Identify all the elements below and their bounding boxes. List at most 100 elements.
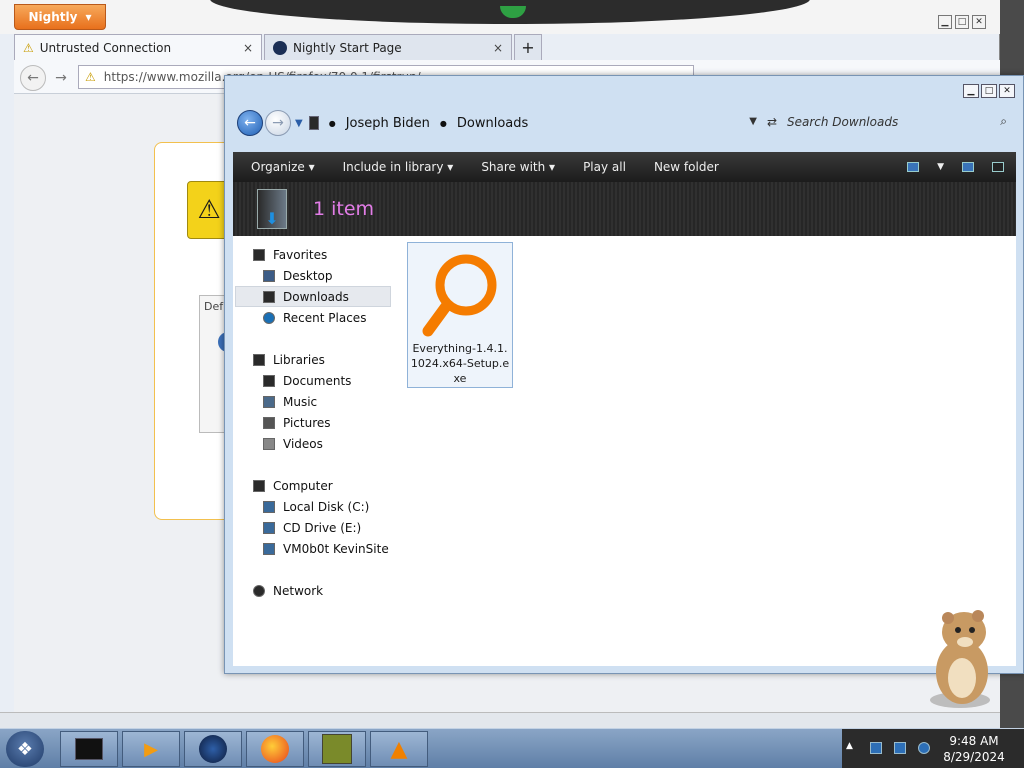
taskbar-nightly[interactable] xyxy=(184,731,242,767)
new-tab-button[interactable]: + xyxy=(514,34,542,60)
minimize-icon[interactable]: ▁ xyxy=(963,84,979,98)
search-icon[interactable]: ⌕ xyxy=(1000,114,1007,129)
system-tray: ▲ 9:48 AM 8/29/2024 xyxy=(842,729,1024,768)
warning-icon: ⚠ xyxy=(23,40,34,55)
nav-libraries[interactable]: Libraries xyxy=(253,349,325,370)
action-center-icon[interactable] xyxy=(870,742,882,754)
hamster-gadget-icon[interactable] xyxy=(922,604,1002,710)
videos-icon xyxy=(263,437,275,450)
file-name: Everything-1.4.1.1024.x64-Setup.exe xyxy=(410,342,510,385)
nav-network-drive[interactable]: VM0b0t KevinSite xyxy=(263,538,389,559)
network-tray-icon[interactable] xyxy=(894,742,906,754)
play-all-button[interactable]: Play all xyxy=(583,160,626,174)
nav-downloads[interactable]: Downloads xyxy=(235,286,391,307)
nav-pictures[interactable]: Pictures xyxy=(263,412,331,433)
command-bar: Organize ▾ Include in library ▾ Share wi… xyxy=(233,152,1016,182)
change-view-icon[interactable] xyxy=(907,162,920,172)
refresh-icon[interactable]: ⇄ xyxy=(767,115,777,129)
nav-favorites[interactable]: Favorites xyxy=(253,244,327,265)
tab-title: Nightly Start Page xyxy=(293,40,402,55)
file-tile[interactable]: Everything-1.4.1.1024.x64-Setup.exe xyxy=(407,242,513,388)
firefox-icon xyxy=(261,735,289,763)
nightly-globe-icon xyxy=(199,735,227,763)
nav-documents[interactable]: Documents xyxy=(263,370,351,391)
local-disk-icon xyxy=(263,500,275,513)
close-icon[interactable]: ✕ xyxy=(999,84,1015,98)
navigation-pane: Favorites Desktop Downloads Recent Place… xyxy=(233,236,393,666)
nav-computer[interactable]: Computer xyxy=(253,475,333,496)
breadcrumb-user[interactable]: Joseph Biden xyxy=(346,116,430,131)
titlebar-decoration xyxy=(210,0,810,24)
nav-music[interactable]: Music xyxy=(263,391,317,412)
nav-cd-drive[interactable]: CD Drive (E:) xyxy=(263,517,361,538)
forward-button[interactable]: → xyxy=(265,110,291,136)
taskbar-vlc[interactable]: ▲ xyxy=(370,731,428,767)
explorer-window: ▁ □ ✕ ← → ▼ ● Joseph Biden ● Downloads ▼… xyxy=(224,75,1024,674)
item-count: 1 item xyxy=(313,198,375,220)
network-icon xyxy=(253,584,265,597)
share-with-menu[interactable]: Share with ▾ xyxy=(481,160,555,174)
taskbar-hamster-box[interactable] xyxy=(308,731,366,767)
firefox-status-bar xyxy=(0,712,1000,728)
tab-untrusted-connection[interactable]: ⚠ Untrusted Connection × xyxy=(14,34,262,60)
maximize-icon[interactable]: □ xyxy=(955,15,969,29)
new-folder-button[interactable]: New folder xyxy=(654,160,719,174)
start-button[interactable]: ❖ xyxy=(6,731,44,767)
nav-recent-places[interactable]: Recent Places xyxy=(263,307,366,328)
file-list: Everything-1.4.1.1024.x64-Setup.exe xyxy=(393,236,1016,666)
back-button[interactable]: ← xyxy=(237,110,263,136)
nav-desktop[interactable]: Desktop xyxy=(263,265,333,286)
documents-icon xyxy=(263,374,275,387)
firefox-window-controls: ▁ □ ✕ xyxy=(938,15,986,29)
library-icon xyxy=(253,353,265,366)
windows-logo-icon: ❖ xyxy=(16,738,34,760)
forward-icon[interactable]: → xyxy=(48,65,74,91)
address-dropdown-icon[interactable]: ▼ xyxy=(749,116,757,127)
taskbar-media-player[interactable]: ▶ xyxy=(122,731,180,767)
clock-time: 9:48 AM xyxy=(949,734,999,748)
show-hidden-icons-icon[interactable]: ▲ xyxy=(846,741,853,751)
nav-videos[interactable]: Videos xyxy=(263,433,323,454)
taskbar: ❖ ▶ ▲ ▲ 9:48 AM 8/29/2024 xyxy=(0,728,1024,768)
maximize-icon[interactable]: □ xyxy=(981,84,997,98)
tab-nightly-start-page[interactable]: Nightly Start Page × xyxy=(264,34,512,60)
clock[interactable]: 9:48 AM 8/29/2024 xyxy=(938,733,1010,765)
close-tab-icon[interactable]: × xyxy=(493,41,503,55)
firefox-titlebar: Nightly ▾ ▁ □ ✕ xyxy=(0,0,1000,34)
vlc-icon: ▲ xyxy=(390,736,408,762)
recent-pages-icon[interactable]: ▼ xyxy=(295,118,303,129)
tab-strip: ⚠ Untrusted Connection × Nightly Start P… xyxy=(14,34,542,60)
close-tab-icon[interactable]: × xyxy=(243,41,253,55)
inner-dialog-label: Def xyxy=(204,300,224,313)
include-in-library-menu[interactable]: Include in library ▾ xyxy=(343,160,454,174)
breadcrumb-downloads[interactable]: Downloads xyxy=(457,116,528,131)
nav-local-disk[interactable]: Local Disk (C:) xyxy=(263,496,369,517)
view-controls: ▼ xyxy=(907,162,1016,172)
explorer-window-controls: ▁ □ ✕ xyxy=(963,84,1015,98)
music-icon xyxy=(263,395,275,408)
explorer-icon xyxy=(75,738,103,760)
warning-icon: ⚠ xyxy=(85,70,96,84)
close-icon[interactable]: ✕ xyxy=(972,15,986,29)
nightly-menu-button[interactable]: Nightly ▾ xyxy=(14,4,106,30)
breadcrumb[interactable]: ● Joseph Biden ● Downloads xyxy=(308,116,528,131)
more-options-icon[interactable]: ▼ xyxy=(937,162,944,172)
taskbar-explorer[interactable] xyxy=(60,731,118,767)
computer-icon xyxy=(253,479,265,492)
address-bar: ← → ▼ ● Joseph Biden ● Downloads ▼ ⇄ Sea… xyxy=(233,104,1017,142)
folder-icon xyxy=(308,116,319,130)
minimize-icon[interactable]: ▁ xyxy=(938,15,952,29)
network-drive-icon xyxy=(263,542,275,555)
volume-icon[interactable] xyxy=(918,742,930,754)
downloads-folder-icon: ⬇ xyxy=(257,189,287,229)
taskbar-firefox[interactable] xyxy=(246,731,304,767)
star-icon xyxy=(253,248,265,261)
breadcrumb-separator-icon: ● xyxy=(328,118,336,128)
back-icon[interactable]: ← xyxy=(20,65,46,91)
nav-network[interactable]: Network xyxy=(253,580,323,601)
preview-pane-icon[interactable] xyxy=(962,162,974,172)
help-icon[interactable] xyxy=(992,162,1004,172)
search-input[interactable]: Search Downloads ⌕ xyxy=(787,114,1007,129)
organize-menu[interactable]: Organize ▾ xyxy=(251,160,315,174)
media-player-icon: ▶ xyxy=(144,738,158,760)
